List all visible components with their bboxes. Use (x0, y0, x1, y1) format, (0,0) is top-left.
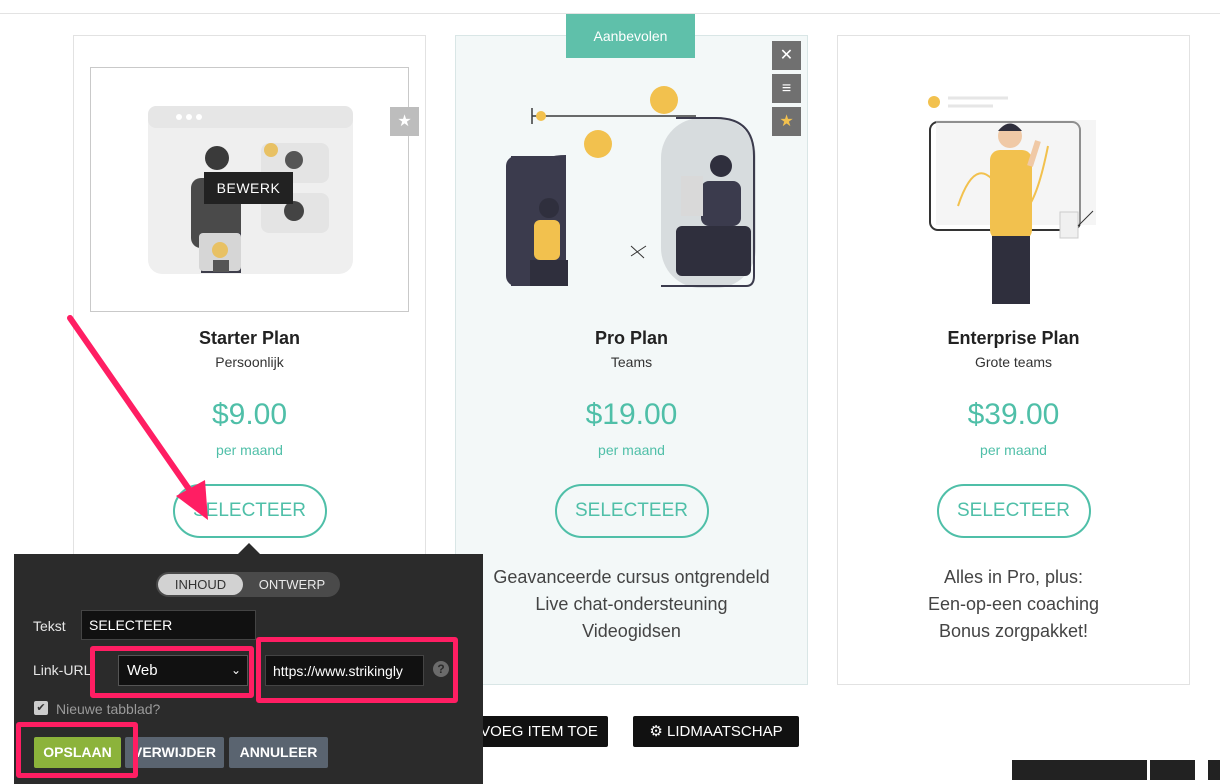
membership-label: LIDMAATSCHAP (667, 723, 783, 740)
tab-design[interactable]: ONTWERP (248, 574, 336, 595)
bottom-toolbar-right[interactable] (1208, 760, 1220, 780)
feature-item: Live chat-ondersteuning (535, 594, 728, 614)
edit-overlay-label[interactable]: BEWERK (204, 172, 293, 204)
select-button[interactable]: SELECTEER (936, 484, 1091, 538)
highlight-save-button (16, 722, 138, 778)
feature-item: Geavanceerde cursus ontgrendeld (493, 567, 770, 587)
plan-price: $39.00 (967, 398, 1060, 431)
highlight-url-input (256, 637, 458, 703)
tab-content[interactable]: INHOUD (158, 574, 243, 595)
plan-period: per maand (980, 442, 1047, 458)
plan-period: per maand (598, 442, 665, 458)
plan-features: Geavanceerde cursus ontgrendeld Live cha… (456, 564, 807, 645)
membership-button[interactable]: ⚙ LIDMAATSCHAP (633, 716, 799, 747)
gear-icon: ⚙ (649, 723, 663, 740)
plan-card-pro[interactable]: Pro Plan Teams $19.00 per maand SELECTEE… (455, 35, 808, 685)
pointer-arrow-icon (67, 315, 208, 520)
plan-subtitle: Grote teams (974, 354, 1053, 370)
editor-caret (238, 543, 260, 554)
text-input[interactable] (81, 610, 256, 640)
close-icon[interactable]: ✕ (772, 41, 801, 70)
plan-subtitle: Teams (610, 354, 653, 370)
link-url-label: Link-URL (33, 662, 92, 678)
editor-tab-switch: INHOUD ONTWERP (156, 572, 340, 597)
feature-item: Alles in Pro, plus: (943, 567, 1084, 587)
cancel-button[interactable]: ANNULEER (229, 737, 328, 768)
plan-title: Pro Plan (594, 328, 669, 348)
enterprise-image (918, 86, 1118, 306)
plan-price: $19.00 (585, 398, 678, 431)
plan-features: Alles in Pro, plus: Een-op-een coaching … (838, 564, 1189, 645)
bottom-toolbar-left[interactable] (1012, 760, 1147, 780)
menu-icon[interactable]: ≡ (772, 74, 801, 103)
select-button[interactable]: SELECTEER (554, 484, 709, 538)
new-tab-label: Nieuwe tabblad? (56, 701, 161, 717)
bottom-gear-button[interactable] (1150, 760, 1195, 780)
plan-title: Enterprise Plan (947, 328, 1080, 348)
new-tab-checkbox[interactable]: ✔ (34, 701, 48, 715)
star-icon[interactable]: ★ (390, 107, 419, 136)
add-item-button[interactable]: VOEG ITEM TOE (470, 716, 608, 747)
delete-button[interactable]: VERWIJDER (125, 737, 224, 768)
text-label: Tekst (33, 618, 66, 634)
feature-item: Een-op-een coaching (927, 594, 1100, 614)
plan-card-enterprise[interactable]: Enterprise Plan Grote teams $39.00 per m… (837, 35, 1190, 685)
pro-image (506, 86, 761, 306)
highlight-link-type (90, 646, 254, 698)
feature-item: Bonus zorgpakket! (938, 621, 1089, 641)
feature-item: Videogidsen (582, 621, 681, 641)
star-icon[interactable]: ★ (772, 107, 801, 136)
recommended-badge: Aanbevolen (566, 14, 695, 58)
